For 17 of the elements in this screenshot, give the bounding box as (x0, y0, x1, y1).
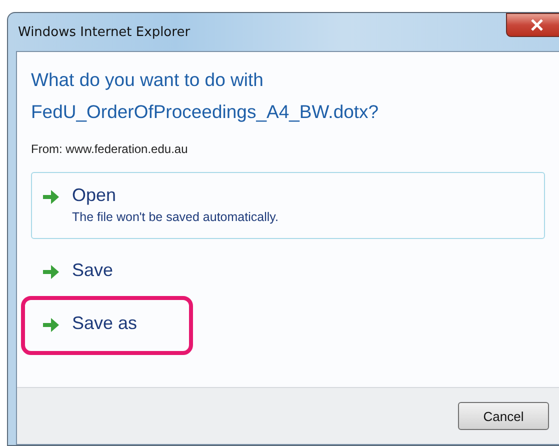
option-label: Open (72, 185, 118, 206)
cancel-button[interactable]: Cancel (458, 402, 549, 430)
dialog-heading: FedU_OrderOfProceedings_A4_BW.dotx? (31, 100, 380, 124)
close-button[interactable] (506, 13, 559, 37)
arrow-icon (42, 264, 60, 280)
option-item[interactable]: Save (31, 249, 545, 292)
arrow-icon (42, 317, 60, 333)
option-label: Save as (72, 313, 138, 334)
option-item[interactable]: Save as (31, 302, 189, 345)
source-text: From: www.federation.edu.au (31, 142, 189, 156)
option-label: Save (72, 260, 114, 281)
close-icon (530, 19, 544, 31)
dialog-heading: What do you want to do with (31, 68, 264, 92)
option-description: The file won't be saved automatically. (72, 210, 278, 224)
arrow-icon (42, 189, 60, 205)
option-item[interactable]: Open The file won't be saved automatically. (31, 172, 545, 239)
window-title: Windows Internet Explorer (17, 24, 190, 40)
